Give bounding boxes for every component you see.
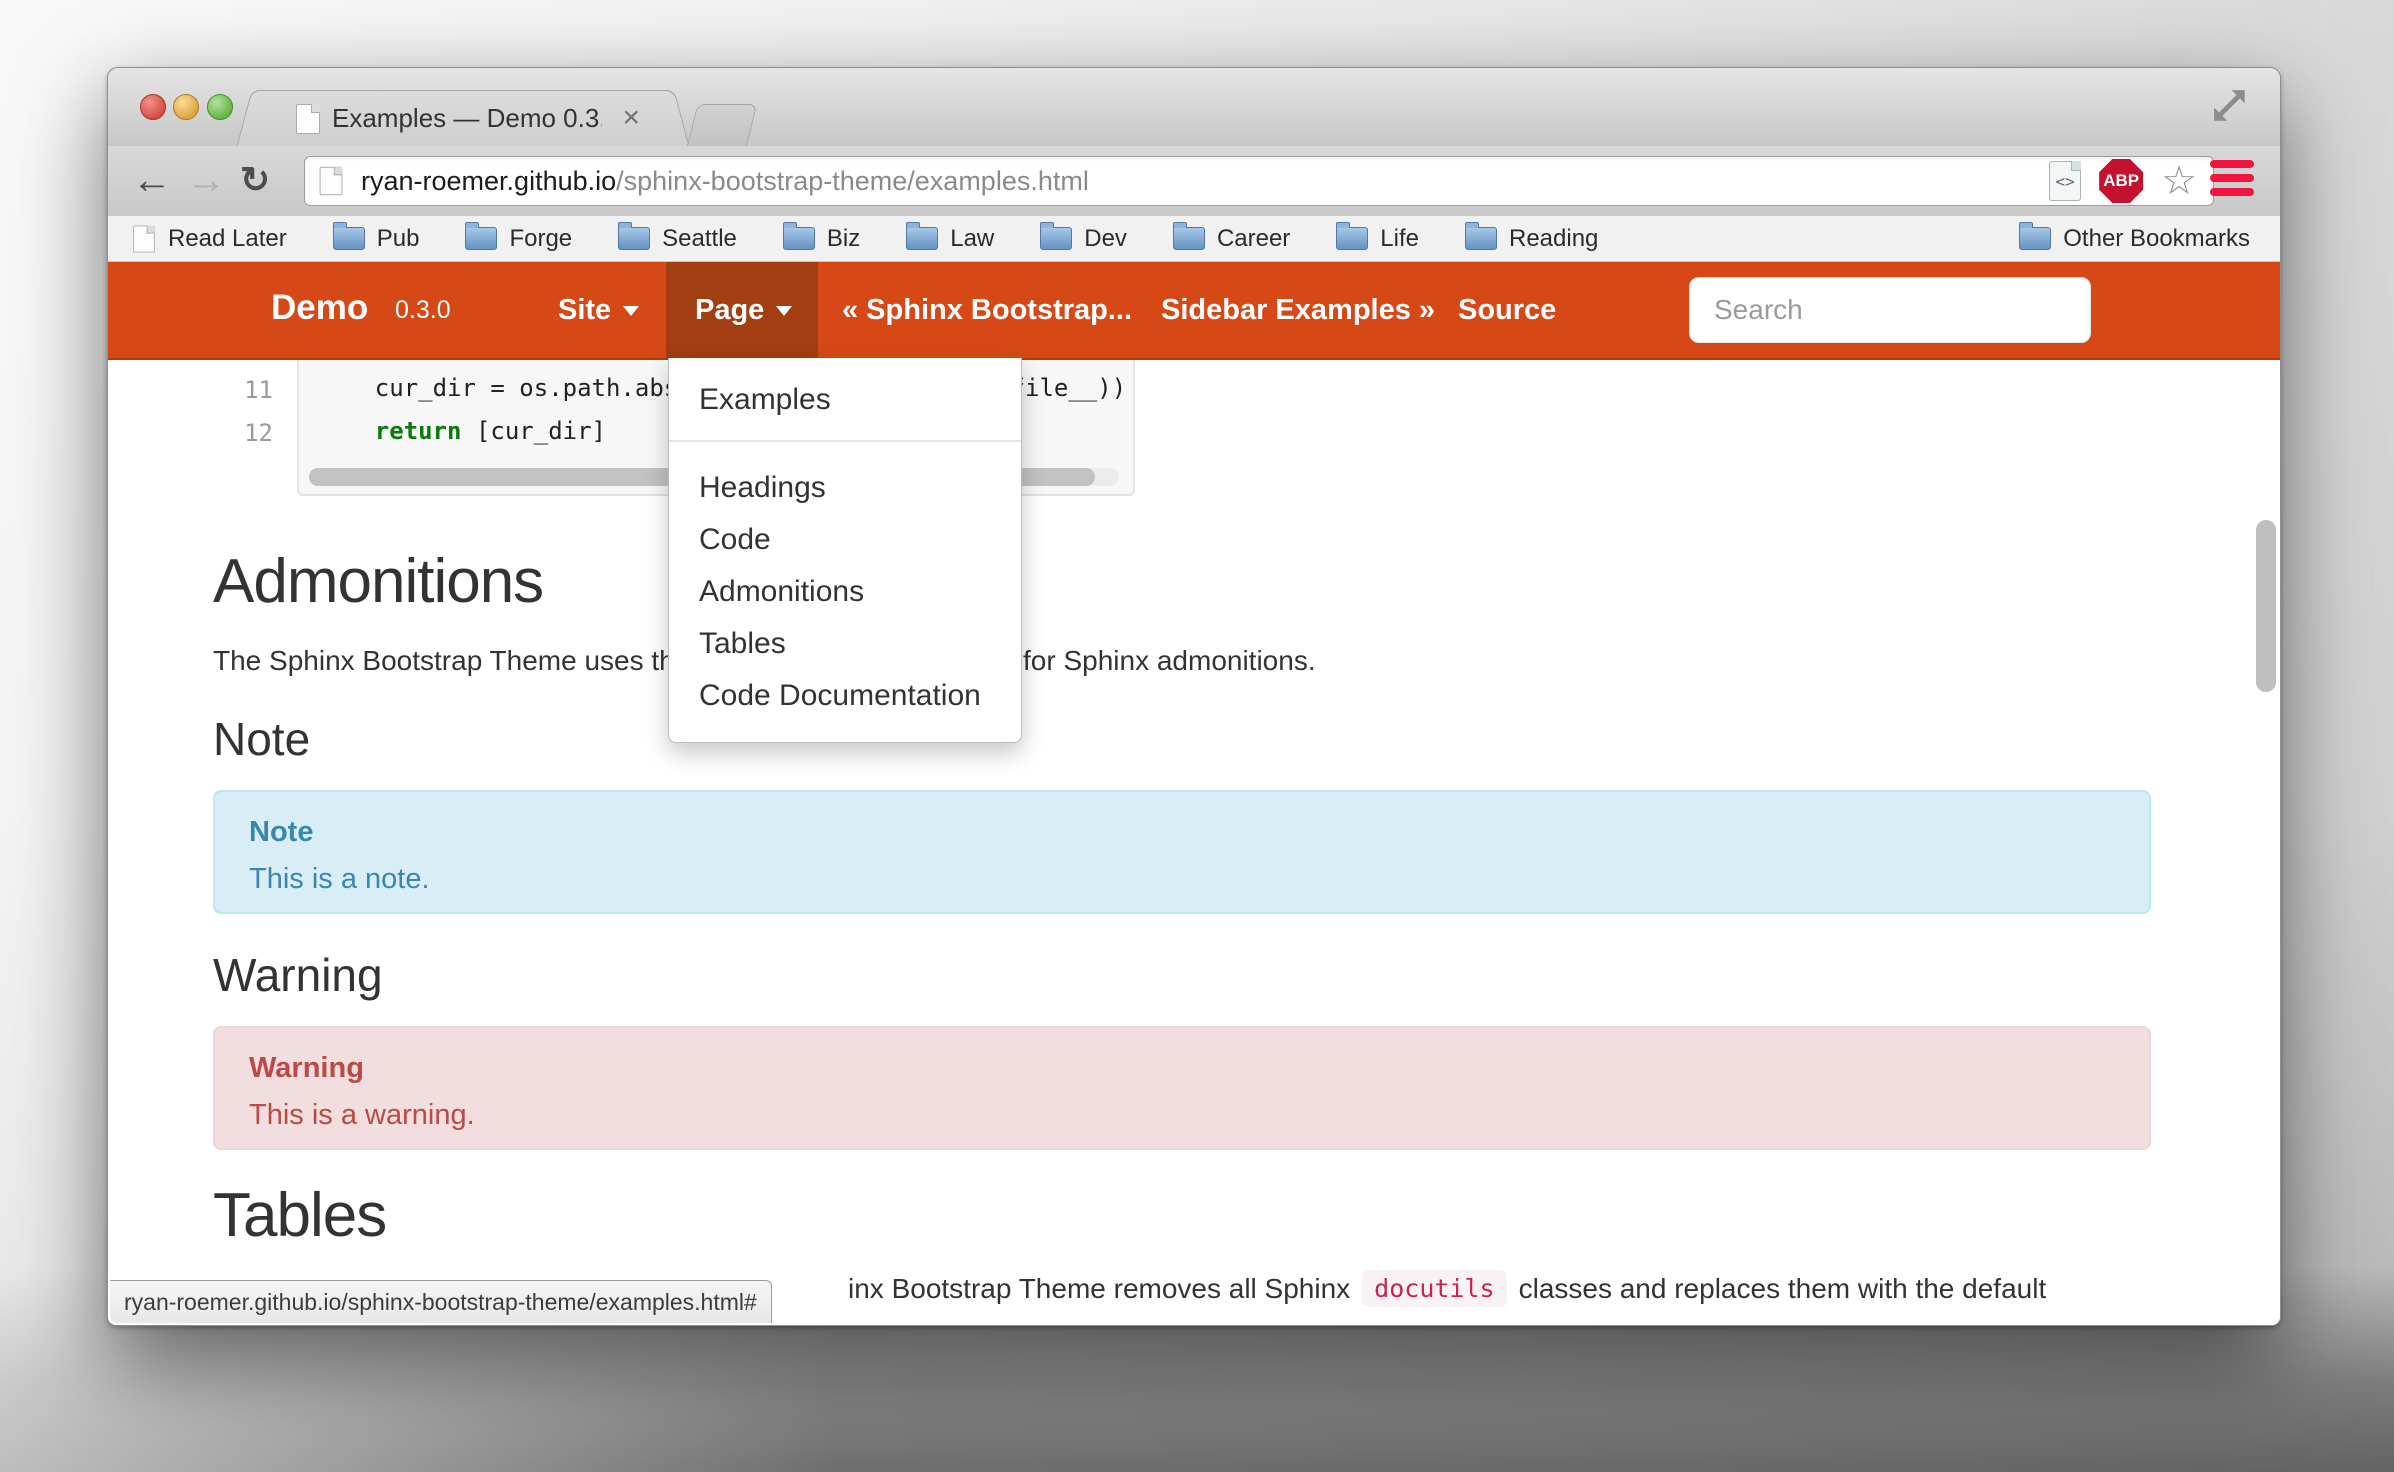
intro-text-after: for Sphinx admonitions. [1023,645,1316,677]
folder-icon [1336,227,1368,250]
bookmark-folder-forge[interactable]: Forge [465,225,572,253]
bookmark-folder-biz[interactable]: Biz [783,225,860,253]
tab-favicon-page-icon [296,104,320,134]
page-scrollbar-thumb[interactable] [2256,520,2276,692]
bookmark-folder-law[interactable]: Law [906,225,994,253]
note-section-heading: Note [213,712,310,766]
menu-item-code-documentation[interactable]: Code Documentation [669,670,1021,722]
menu-item-tables[interactable]: Tables [669,618,1021,670]
chrome-menu-button[interactable] [2210,160,2254,200]
warning-section-heading: Warning [213,948,383,1002]
page-dropdown-menu: Examples Headings Code Admonitions Table… [668,358,1022,743]
folder-icon [2019,227,2051,250]
bookmark-read-later[interactable]: Read Later [132,224,287,254]
bookmark-folder-life[interactable]: Life [1336,225,1419,253]
note-title: Note [249,816,2115,849]
bookmarks-bar: Read Later Pub Forge Seattle Biz Law Dev… [108,216,2280,262]
reload-button[interactable]: ↻ [240,152,270,208]
code-line-12-rest: [cur_dir] [462,417,607,445]
code-document-icon[interactable]: <> [2049,161,2081,201]
navbar-version: 0.3.0 [395,296,451,325]
bookmark-folder-career[interactable]: Career [1173,225,1290,253]
intro-text-before: The Sphinx Bootstrap Theme uses th [213,645,675,677]
docutils-inline-code: docutils [1362,1270,1506,1307]
code-keyword-return: return [317,417,462,445]
url-text: ryan-roemer.github.io/sphinx-bootstrap-t… [361,166,2049,197]
site-navbar: Demo 0.3.0 Site Page « Sphinx Bootstrap.… [108,262,2280,360]
chevron-down-icon [776,306,792,316]
search-input[interactable] [1689,277,2091,343]
nav-site-dropdown[interactable]: Site [558,294,639,327]
menu-item-admonitions[interactable]: Admonitions [669,566,1021,618]
note-admonition: Note This is a note. [213,790,2151,914]
page-viewport: 10 11 12 """Return list of HTML theme pa… [108,262,2280,1325]
navbar-brand[interactable]: Demo [271,288,368,328]
nav-source-link[interactable]: Source [1458,294,1556,327]
folder-icon [1465,227,1497,250]
zoom-window-button[interactable] [207,94,233,120]
fullscreen-resize-icon[interactable] [2208,84,2250,126]
tab-title: Examples — Demo 0.3.0 d [332,103,602,134]
url-path: /sphinx-bootstrap-theme/examples.html [616,166,1089,196]
nav-page-label: Page [695,294,792,327]
status-url-bubble: ryan-roemer.github.io/sphinx-bootstrap-t… [110,1280,772,1323]
tables-heading: Tables [213,1180,386,1251]
window-titlebar[interactable]: Examples — Demo 0.3.0 d × [108,68,2280,147]
admonitions-heading: Admonitions [213,546,543,617]
bookmark-folder-dev[interactable]: Dev [1040,225,1127,253]
menu-item-headings[interactable]: Headings [669,462,1021,514]
folder-icon [1040,227,1072,250]
warning-admonition: Warning This is a warning. [213,1026,2151,1150]
folder-icon [783,227,815,250]
page-icon [133,225,155,252]
other-bookmarks[interactable]: Other Bookmarks [2019,225,2250,253]
bookmark-star-icon[interactable]: ☆ [2161,159,2197,203]
close-window-button[interactable] [140,94,166,120]
url-page-icon [320,167,343,196]
menu-item-examples[interactable]: Examples [669,374,1021,426]
folder-icon [618,227,650,250]
tables-paragraph-fragment: inx Bootstrap Theme removes all Sphinx d… [848,1270,2046,1307]
bookmark-folder-reading[interactable]: Reading [1465,225,1598,253]
tables-frag-after: classes and replaces them with the defau… [1519,1273,2047,1305]
menu-divider [669,440,1021,442]
bookmark-folder-pub[interactable]: Pub [333,225,420,253]
tab-close-icon[interactable]: × [622,101,640,135]
browser-window: Examples — Demo 0.3.0 d × ← → ↻ ryan-roe… [108,68,2280,1325]
folder-icon [906,227,938,250]
folder-icon [465,227,497,250]
browser-toolbar: ← → ↻ ryan-roemer.github.io/sphinx-boots… [108,146,2280,216]
bookmark-folder-seattle[interactable]: Seattle [618,225,737,253]
nav-page-dropdown-active[interactable]: Page [666,262,818,358]
nav-prev-link[interactable]: « Sphinx Bootstrap... [842,294,1132,327]
forward-button[interactable]: → [186,152,226,208]
warning-body: This is a warning. [249,1099,2115,1132]
tables-frag-before: inx Bootstrap Theme removes all Sphinx [848,1273,1350,1305]
folder-icon [333,227,365,250]
folder-icon [1173,227,1205,250]
back-button[interactable]: ← [132,152,172,208]
chevron-down-icon [623,306,639,316]
adblock-plus-icon[interactable]: ABP [2099,159,2143,203]
browser-tab[interactable]: Examples — Demo 0.3.0 d × [260,91,666,146]
note-body: This is a note. [249,863,2115,896]
new-tab-button[interactable] [687,104,758,147]
address-bar[interactable]: ryan-roemer.github.io/sphinx-bootstrap-t… [304,156,2214,206]
menu-item-code[interactable]: Code [669,514,1021,566]
nav-next-link[interactable]: Sidebar Examples » [1161,294,1435,327]
warning-title: Warning [249,1052,2115,1085]
url-host: ryan-roemer.github.io [361,166,616,196]
minimize-window-button[interactable] [173,94,199,120]
